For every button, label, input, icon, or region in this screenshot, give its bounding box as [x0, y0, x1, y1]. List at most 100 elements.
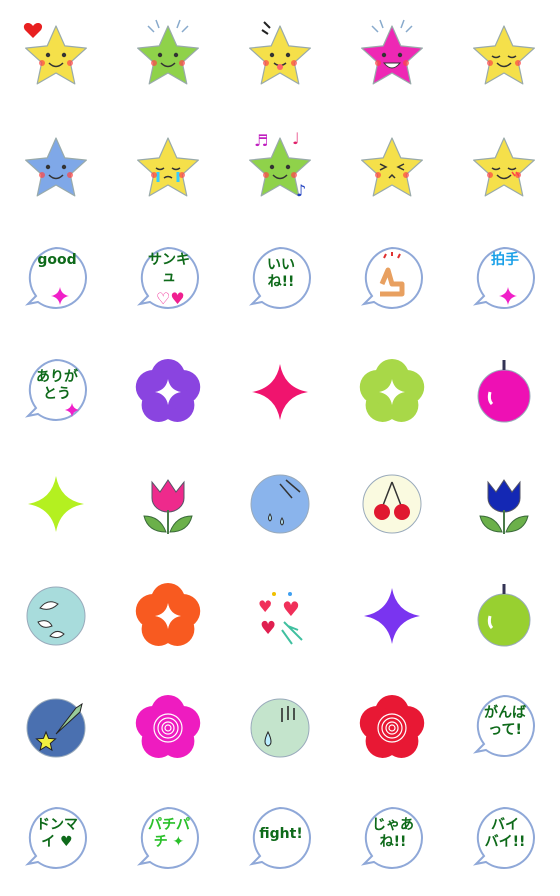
star-graphic [137, 137, 200, 197]
bubble-text-line: とう [43, 386, 71, 402]
emoji-tulip[interactable] [448, 448, 560, 560]
bubble-text: 拍手 [478, 248, 532, 304]
emoji-bubble[interactable]: 拍手 [448, 224, 560, 336]
emoji-bubble[interactable]: じゃあ ね!! [336, 784, 448, 896]
emoji-flower[interactable] [112, 560, 224, 672]
bubble-text-line: チ ✦ [153, 834, 185, 850]
flower-graphic [135, 695, 201, 758]
emoji-bubble[interactable]: good [0, 224, 112, 336]
emoji-sparkle[interactable] [336, 560, 448, 672]
circle-graphic [250, 474, 310, 534]
star-graphic [25, 137, 88, 197]
svg-text:♥: ♥ [258, 597, 272, 616]
emoji-bubble[interactable]: ♡♥ サンキュ [112, 224, 224, 336]
circle-graphic [26, 586, 86, 646]
bubble-text-line: バイ!! [484, 834, 526, 850]
sparkle-graphic [252, 364, 308, 420]
emoji-bubble[interactable]: ドンマイ ♥ [0, 784, 112, 896]
bubble-text-line: ね!! [379, 834, 407, 850]
star-graphic [473, 137, 536, 197]
bubble-text-line: ドンマ [36, 817, 78, 833]
emoji-confetti[interactable]: ♥ ♥ ♥ [224, 560, 336, 672]
bubble-text-line: バイ [491, 817, 519, 833]
bubble-text-line: 拍手 [491, 252, 519, 268]
bubble-text-line: パチパ [148, 817, 190, 833]
bubble-text: サンキュ [142, 248, 196, 304]
bubble-text-line: ね!! [267, 274, 295, 290]
bubble-text: good [30, 248, 84, 304]
emoji-star[interactable] [224, 0, 336, 112]
bubble-text-line: がんば [484, 705, 526, 721]
bubble-text: fight! [254, 808, 308, 860]
bubble-text: バイ バイ!! [478, 808, 532, 860]
emoji-bubble[interactable]: パチパチ ✦ [112, 784, 224, 896]
bubble-text: じゃあ ね!! [366, 808, 420, 860]
bubble-graphic [360, 246, 423, 309]
emoji-star[interactable] [336, 0, 448, 112]
emoji-circle[interactable] [224, 672, 336, 784]
star-graphic [23, 23, 88, 85]
emoji-bubble[interactable]: がんば って! [448, 672, 560, 784]
svg-text:♥: ♥ [260, 618, 276, 639]
emoji-star[interactable] [112, 112, 224, 224]
bubble-text-line: じゃあ [372, 817, 414, 833]
emoji-star[interactable] [112, 0, 224, 112]
bubble-text: ありが とう [30, 360, 84, 412]
emoji-flower[interactable] [336, 336, 448, 448]
confetti-graphic: ♥ ♥ ♥ [258, 592, 303, 645]
circle-graphic [362, 474, 422, 534]
circle-graphic [250, 698, 310, 758]
emoji-bubble[interactable]: いい ね!! [224, 224, 336, 336]
emoji-circle[interactable] [224, 448, 336, 560]
apple-graphic [477, 360, 531, 423]
emoji-apple[interactable] [448, 560, 560, 672]
bubble-text-line: ありが [36, 369, 78, 385]
svg-text:♪: ♪ [296, 181, 306, 200]
emoji-circle[interactable] [336, 448, 448, 560]
tulip-graphic [479, 479, 529, 534]
star-graphic [137, 19, 200, 85]
emoji-star[interactable] [0, 0, 112, 112]
sparkle-graphic [364, 588, 420, 644]
emoji-flower[interactable] [336, 672, 448, 784]
tulip-graphic [143, 479, 193, 534]
emoji-bubble[interactable]: ありが とう [0, 336, 112, 448]
emoji-grid: ♬ ♩ ♪ good ♡♥ サンキュ いい ね!! 拍手 ありが とう ♥ ♥ ♥ がんば って! ドンマイ ♥… [0, 0, 560, 896]
bubble-text: いい ね!! [254, 248, 308, 300]
star-graphic: ♬ ♩ ♪ [249, 129, 312, 200]
emoji-star[interactable]: ♬ ♩ ♪ [224, 112, 336, 224]
emoji-bubble[interactable] [336, 224, 448, 336]
emoji-star[interactable] [0, 112, 112, 224]
flower-graphic [135, 583, 201, 646]
emoji-sparkle[interactable] [0, 448, 112, 560]
star-graphic [361, 19, 424, 85]
emoji-apple[interactable] [448, 336, 560, 448]
flower-graphic [135, 359, 201, 422]
emoji-star[interactable] [448, 112, 560, 224]
emoji-circle[interactable] [0, 560, 112, 672]
bubble-text-line: good [37, 252, 77, 268]
svg-text:♬: ♬ [254, 131, 268, 150]
emoji-circle[interactable] [0, 672, 112, 784]
flower-graphic [359, 359, 425, 422]
emoji-flower[interactable] [112, 336, 224, 448]
emoji-flower[interactable] [112, 672, 224, 784]
bubble-text-line: サンキュ [148, 252, 190, 285]
star-graphic [249, 21, 312, 85]
emoji-star[interactable] [448, 0, 560, 112]
bubble-text-line: いい [267, 257, 295, 273]
bubble-text: がんば って! [478, 696, 532, 748]
emoji-star[interactable] [336, 112, 448, 224]
bubble-text-line: って! [488, 722, 522, 738]
star-graphic [361, 137, 424, 197]
bubble-text-line: イ ♥ [41, 834, 73, 850]
flower-graphic [359, 695, 425, 758]
bubble-text: ドンマイ ♥ [30, 808, 84, 860]
emoji-tulip[interactable] [112, 448, 224, 560]
emoji-bubble[interactable]: fight! [224, 784, 336, 896]
apple-graphic [477, 584, 531, 647]
svg-text:♥: ♥ [282, 597, 300, 621]
emoji-bubble[interactable]: バイ バイ!! [448, 784, 560, 896]
sparkle-graphic [28, 476, 84, 532]
emoji-sparkle[interactable] [224, 336, 336, 448]
